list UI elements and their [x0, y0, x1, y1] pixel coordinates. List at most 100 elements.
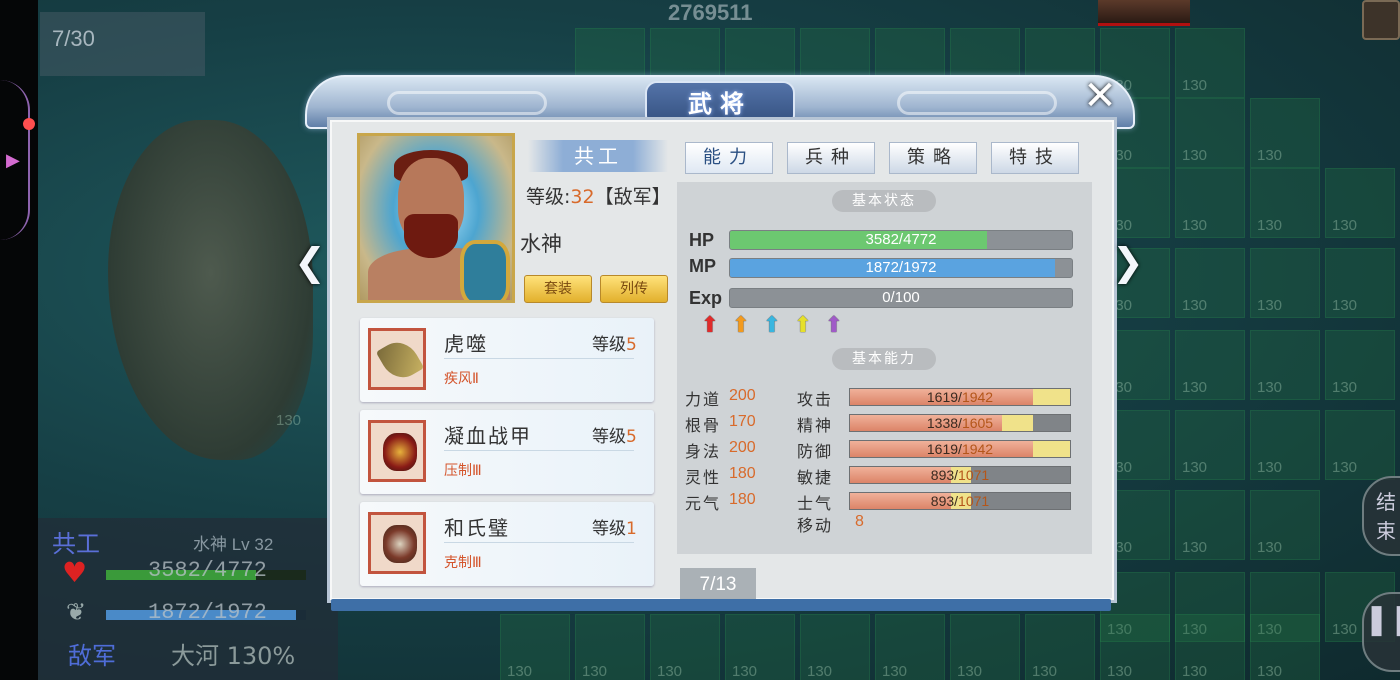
map-tile[interactable]: 130	[950, 614, 1020, 680]
outfit-button[interactable]: 套装	[524, 275, 592, 303]
tab-ability[interactable]: 能力	[685, 142, 773, 174]
hp-label: HP	[689, 230, 715, 250]
equipment-level: 等级5	[592, 330, 637, 355]
combat-attr-bar: 1619/1942	[849, 388, 1071, 406]
dialog-body: 共工 等级:32【敌军】 水神 套装 列传 虎噬 等级5 疾风Ⅱ 凝血战甲 等级…	[327, 117, 1117, 603]
map-tile[interactable]: 130	[1250, 248, 1320, 318]
map-tile[interactable]: 130	[1175, 614, 1245, 680]
general-name: 共工	[574, 144, 622, 168]
combat-attr-text: 1619/1942	[850, 389, 1070, 405]
map-tile[interactable]: 130	[1025, 614, 1095, 680]
tile-value: 130	[807, 663, 833, 680]
combat-attr-max: 1071	[958, 493, 990, 509]
equipment-divider	[444, 542, 634, 543]
combat-attr-current: 893	[930, 493, 955, 509]
expand-arrow-icon[interactable]: ▶	[6, 150, 20, 171]
spirit-icon: ❦	[66, 598, 87, 626]
combat-attr-label: 防御	[797, 442, 834, 461]
tile-value: 130	[1332, 459, 1358, 476]
map-tile[interactable]: 130	[650, 614, 720, 680]
upgrade-arrow-icon: ⬆	[700, 313, 720, 338]
basic-ability-label: 基本能力	[832, 348, 936, 370]
map-tile[interactable]: 130	[1325, 330, 1395, 400]
map-tile[interactable]: 130	[1250, 168, 1320, 238]
tile-value: 130	[882, 663, 908, 680]
pause-button[interactable]: ❚❚	[1362, 592, 1400, 672]
tile-value: 130	[1182, 217, 1208, 234]
close-button[interactable]: ✕	[1080, 76, 1120, 117]
exp-bar: 0/100	[729, 288, 1073, 308]
biography-button[interactable]: 列传	[600, 275, 668, 303]
base-attr-label: 身法	[685, 442, 722, 461]
mp-bar: 1872/1972	[729, 258, 1073, 278]
map-tile[interactable]: 130	[875, 614, 945, 680]
cloud-ornament	[387, 91, 547, 115]
move-label: 移动	[797, 516, 834, 535]
portrait-beard	[404, 214, 458, 258]
map-tile[interactable]: 130	[1250, 490, 1320, 560]
tile-value: 130	[507, 663, 533, 680]
menu-button[interactable]	[1362, 0, 1400, 40]
equipment-level-label: 等级	[592, 427, 626, 447]
tile-value: 130	[582, 663, 608, 680]
map-tile[interactable]: 130	[1175, 330, 1245, 400]
enemy-unit-sprite[interactable]	[1098, 0, 1190, 26]
base-attr-value: 200	[729, 439, 756, 456]
tile-value: 130	[1182, 459, 1208, 476]
equipment-name: 凝血战甲	[444, 424, 532, 448]
tile-value: 130	[1182, 77, 1208, 94]
equipment-slot-armor[interactable]: 凝血战甲 等级5 压制Ⅲ	[360, 410, 654, 494]
map-tile[interactable]: 130	[1175, 490, 1245, 560]
tile-value: 130	[732, 663, 758, 680]
end-turn-button[interactable]: 结 束	[1362, 476, 1400, 556]
tab-skill[interactable]: 特技	[991, 142, 1079, 174]
map-tile[interactable]: 130	[1175, 98, 1245, 168]
map-tile[interactable]: 130	[1175, 28, 1245, 98]
tile-value: 130	[1257, 147, 1283, 164]
map-tile[interactable]: 130	[1250, 98, 1320, 168]
combat-attr-text: 893/1071	[850, 467, 1070, 483]
tile-value: 130	[1257, 663, 1283, 680]
equipment-slot-weapon[interactable]: 虎噬 等级5 疾风Ⅱ	[360, 318, 654, 402]
left-edge-bar: ▶	[0, 0, 38, 680]
jade-icon	[368, 512, 426, 574]
map-tile[interactable]: 130	[1250, 410, 1320, 480]
mp-text: 1872/1972	[865, 259, 937, 276]
map-tile[interactable]: 130	[1250, 330, 1320, 400]
mp-label: MP	[689, 256, 716, 276]
map-tile[interactable]: 130	[800, 614, 870, 680]
combat-attr-text: 1619/1942	[850, 441, 1070, 457]
tile-value: 130	[1182, 539, 1208, 556]
tab-strategy[interactable]: 策略	[889, 142, 977, 174]
combat-attr-max: 1942	[961, 389, 994, 405]
tile-value: 130	[1332, 217, 1358, 234]
map-tile[interactable]: 130	[1250, 614, 1320, 680]
prev-general-button[interactable]: ❮	[294, 242, 328, 286]
combat-attr-label: 敏捷	[797, 468, 834, 487]
map-tile[interactable]: 130	[1325, 410, 1395, 480]
equipment-name: 虎噬	[444, 332, 488, 356]
tile-value: 130	[1257, 297, 1283, 314]
combat-attr-label: 精神	[797, 416, 834, 435]
equipment-level-value: 5	[626, 335, 637, 355]
map-tile[interactable]: 130	[1325, 168, 1395, 238]
map-tile[interactable]: 130	[725, 614, 795, 680]
map-tile[interactable]: 130	[1100, 614, 1170, 680]
map-tile[interactable]: 130	[500, 614, 570, 680]
map-tile[interactable]: 130	[575, 614, 645, 680]
cloud-ornament	[897, 91, 1057, 115]
combat-attr-current: 1619	[926, 441, 959, 457]
equipment-level-label: 等级	[592, 519, 626, 539]
upgrade-arrow-icon: ⬆	[731, 313, 751, 338]
map-tile[interactable]: 130	[1175, 410, 1245, 480]
tab-troop[interactable]: 兵种	[787, 142, 875, 174]
base-attr-label: 根骨	[685, 416, 722, 435]
equipment-slot-treasure[interactable]: 和氏璧 等级1 克制Ⅲ	[360, 502, 654, 586]
map-tile[interactable]: 130	[1325, 248, 1395, 318]
map-tile[interactable]: 130	[1175, 168, 1245, 238]
general-level: 32	[570, 186, 595, 208]
map-tile[interactable]: 130	[1175, 248, 1245, 318]
base-attr-label: 元气	[685, 494, 722, 513]
dialog-bottom-border	[331, 599, 1111, 611]
next-general-button[interactable]: ❯	[1112, 242, 1146, 286]
